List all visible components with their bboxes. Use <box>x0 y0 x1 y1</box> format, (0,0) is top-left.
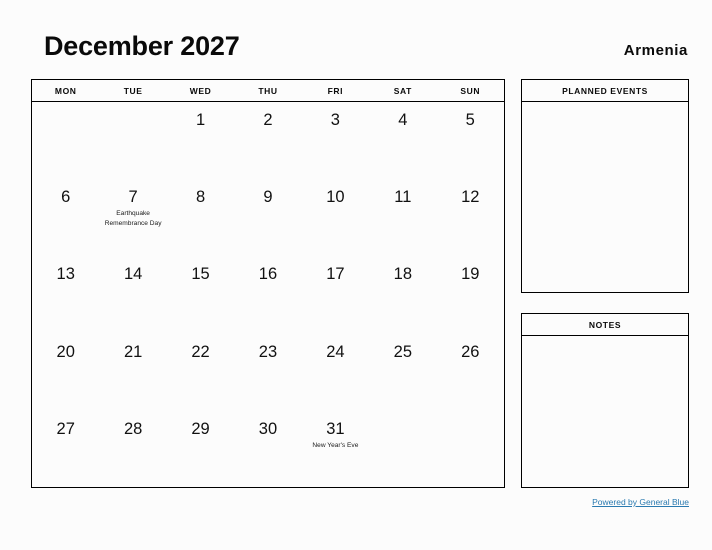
calendar-weeks: 1 2 3 4 5 6 7 Earthquake Remembrance Day 8 9 10 11 1… <box>32 102 504 488</box>
calendar-week-row: 27 28 29 30 31 New Year's Eve <box>32 411 504 488</box>
day-number: 3 <box>330 111 340 129</box>
calendar-day-cell[interactable]: 6 <box>32 179 99 256</box>
calendar-day-cell-empty <box>369 411 436 488</box>
day-number: 17 <box>326 265 345 284</box>
calendar-day-cell[interactable]: 18 <box>369 256 436 333</box>
calendar-day-cell[interactable]: 13 <box>32 256 99 333</box>
day-number: 21 <box>123 342 143 361</box>
day-number: 25 <box>393 342 412 361</box>
day-number: 30 <box>258 419 278 438</box>
day-number: 19 <box>461 265 480 284</box>
calendar-grid: MON TUE WED THU FRI SAT SUN 1 2 3 4 5 6 7 Earthquake … <box>31 79 505 488</box>
weekday-header-sun: SUN <box>460 85 481 96</box>
calendar-day-cell[interactable]: 28 <box>99 411 166 488</box>
calendar-day-cell-empty <box>437 411 504 488</box>
calendar-day-cell[interactable]: 7 Earthquake Remembrance Day <box>99 179 166 256</box>
calendar-day-cell[interactable]: 29 <box>167 411 234 488</box>
day-number: 7 <box>128 188 138 207</box>
day-number: 15 <box>191 265 210 284</box>
day-number: 5 <box>465 111 475 129</box>
calendar-day-cell[interactable]: 19 <box>437 256 504 333</box>
calendar-day-cell-empty <box>99 102 166 179</box>
notes-panel: NOTES <box>521 313 689 488</box>
day-number: 13 <box>56 265 75 284</box>
day-number: 22 <box>191 342 210 361</box>
weekday-header-fri: FRI <box>327 85 344 96</box>
calendar-day-cell[interactable]: 20 <box>32 334 99 411</box>
planned-events-body[interactable] <box>522 102 688 293</box>
day-number: 14 <box>123 265 143 284</box>
day-number: 9 <box>263 188 273 207</box>
weekday-header-row: MON TUE WED THU FRI SAT SUN <box>32 80 504 102</box>
calendar-day-cell[interactable]: 4 <box>369 102 436 179</box>
calendar-day-cell[interactable]: 5 <box>437 102 504 179</box>
calendar-day-cell[interactable]: 22 <box>167 334 234 411</box>
day-number: 2 <box>263 111 273 129</box>
calendar-day-cell-empty <box>32 102 99 179</box>
day-number: 27 <box>56 419 75 438</box>
day-event-label: New Year's Eve <box>312 441 359 449</box>
calendar-day-cell[interactable]: 17 <box>302 256 369 333</box>
day-number: 31 <box>326 419 345 438</box>
calendar-day-cell[interactable]: 15 <box>167 256 234 333</box>
weekday-header-thu: THU <box>258 85 278 96</box>
weekday-header-tue: TUE <box>123 85 143 96</box>
calendar-week-row: 13 14 15 16 17 18 19 <box>32 256 504 333</box>
calendar-day-cell[interactable]: 23 <box>234 334 301 411</box>
day-number: 18 <box>393 265 412 284</box>
calendar-day-cell[interactable]: 21 <box>99 334 166 411</box>
day-number: 4 <box>398 111 408 129</box>
notes-title: NOTES <box>522 314 688 336</box>
calendar-day-cell[interactable]: 27 <box>32 411 99 488</box>
calendar-day-cell[interactable]: 31 New Year's Eve <box>302 411 369 488</box>
day-number: 23 <box>258 342 278 361</box>
planned-events-panel: PLANNED EVENTS <box>521 79 689 293</box>
calendar-week-row: 20 21 22 23 24 25 26 <box>32 334 504 411</box>
calendar-day-cell[interactable]: 10 <box>302 179 369 256</box>
day-number: 12 <box>461 188 480 207</box>
calendar-day-cell[interactable]: 26 <box>437 334 504 411</box>
day-number: 10 <box>326 188 345 207</box>
calendar-day-cell[interactable]: 11 <box>369 179 436 256</box>
day-number: 29 <box>191 419 210 438</box>
calendar-day-cell[interactable]: 9 <box>234 179 301 256</box>
calendar-day-cell[interactable]: 2 <box>234 102 301 179</box>
day-number: 6 <box>61 188 71 207</box>
weekday-header-wed: WED <box>189 85 212 96</box>
day-number: 26 <box>461 342 480 361</box>
calendar-day-cell[interactable]: 30 <box>234 411 301 488</box>
day-number: 1 <box>195 111 206 129</box>
calendar-day-cell[interactable]: 24 <box>302 334 369 411</box>
day-number: 16 <box>258 265 278 284</box>
calendar-week-row: 1 2 3 4 5 <box>32 102 504 179</box>
weekday-header-sat: SAT <box>393 85 412 96</box>
planned-events-title: PLANNED EVENTS <box>522 80 688 102</box>
day-number: 20 <box>56 342 75 361</box>
weekday-header-mon: MON <box>54 85 77 96</box>
day-event-label: Earthquake Remembrance Day <box>104 210 162 227</box>
calendar-day-cell[interactable]: 25 <box>369 334 436 411</box>
day-number: 11 <box>394 188 412 207</box>
calendar-day-cell[interactable]: 14 <box>99 256 166 333</box>
powered-by-link[interactable]: Powered by General Blue <box>521 497 689 507</box>
calendar-day-cell[interactable]: 1 <box>167 102 234 179</box>
page-header: December 2027 Armenia <box>0 0 712 79</box>
page-title: December 2027 <box>44 31 240 61</box>
calendar-day-cell[interactable]: 12 <box>437 179 504 256</box>
calendar-day-cell[interactable]: 3 <box>302 102 369 179</box>
calendar-day-cell[interactable]: 16 <box>234 256 301 333</box>
calendar-week-row: 6 7 Earthquake Remembrance Day 8 9 10 11 12 <box>32 179 504 256</box>
day-number: 28 <box>123 419 143 438</box>
day-number: 8 <box>195 188 206 207</box>
day-number: 24 <box>326 342 345 361</box>
calendar-day-cell[interactable]: 8 <box>167 179 234 256</box>
notes-body[interactable] <box>522 336 688 488</box>
country-label: Armenia <box>623 42 688 59</box>
